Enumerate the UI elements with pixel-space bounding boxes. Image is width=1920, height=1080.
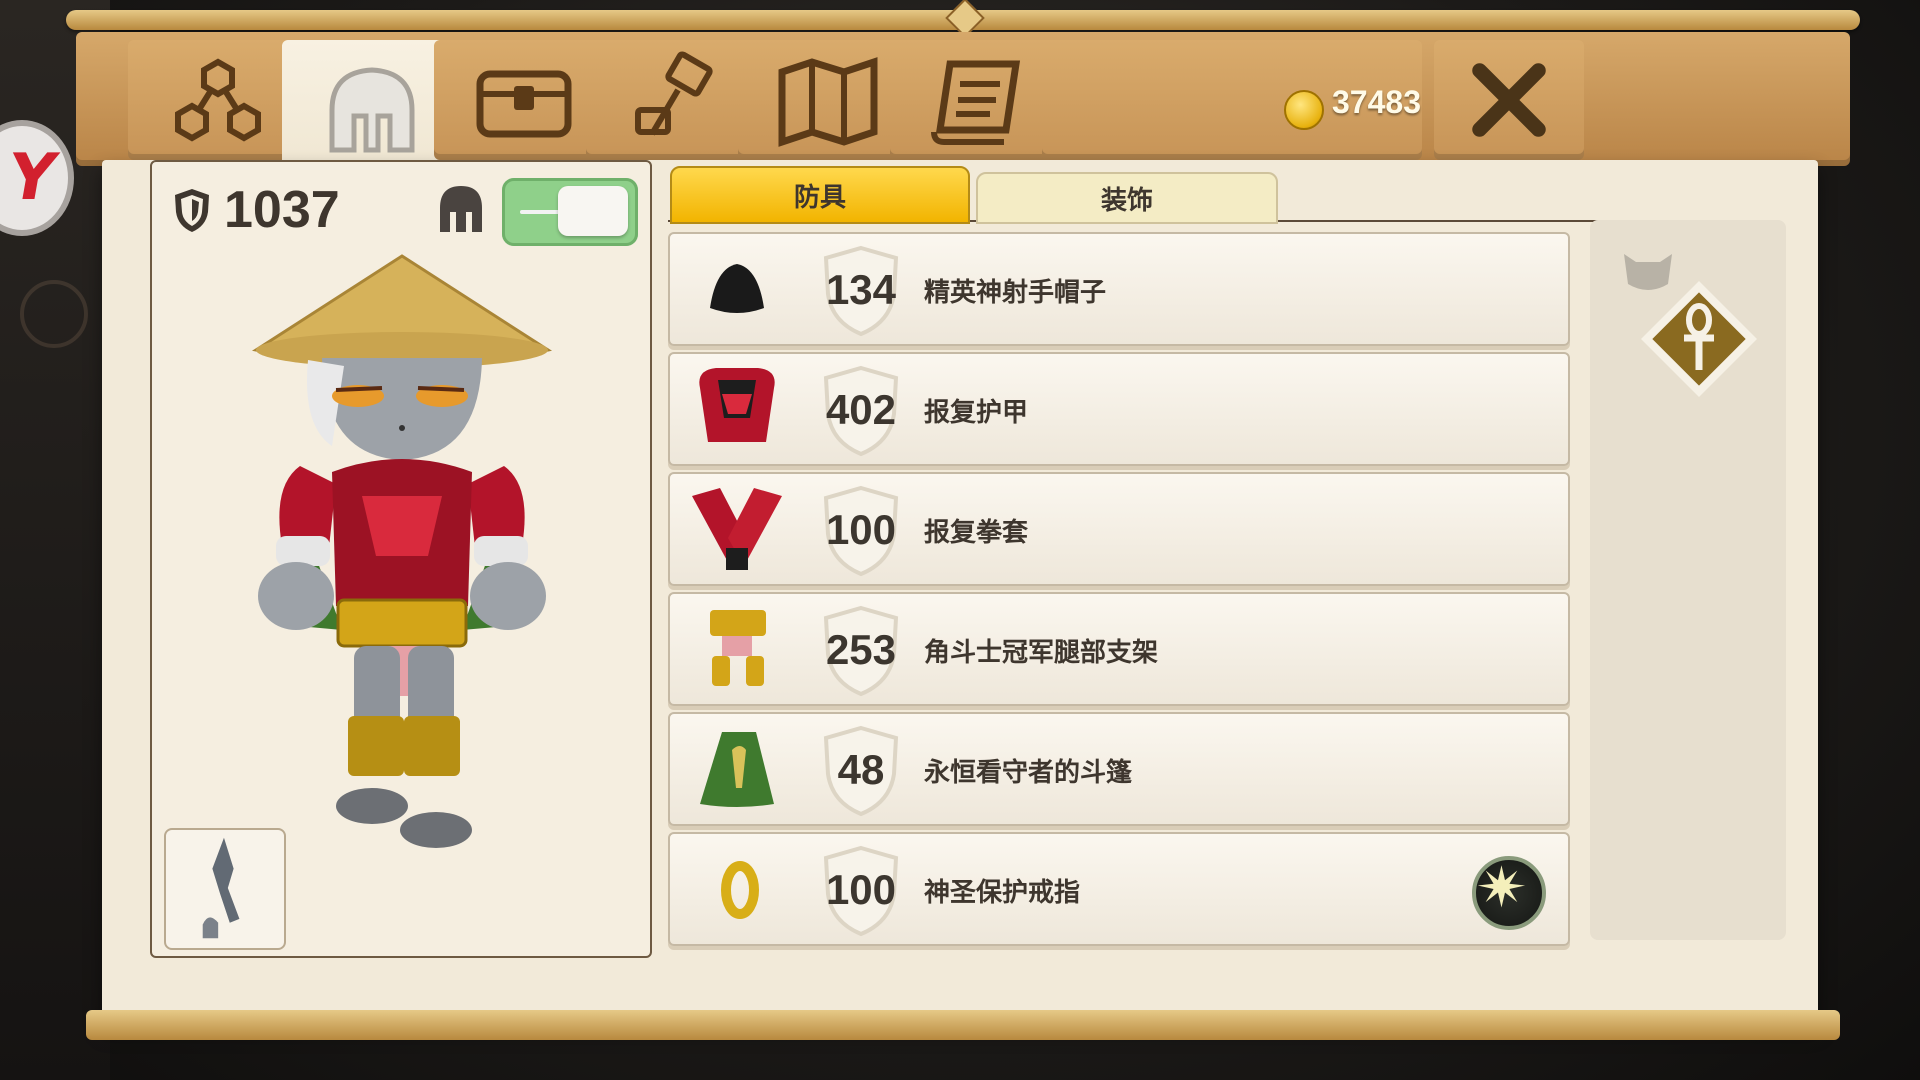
scroll-icon <box>931 60 1021 145</box>
equipment-slot-cloak[interactable]: 48 永恒看守者的斗篷 <box>668 712 1570 826</box>
item-armor-value: 402 <box>825 386 897 433</box>
skill-tree-icon <box>175 58 261 142</box>
show-helmet-toggle[interactable] <box>502 178 638 246</box>
item-armor-value: 253 <box>825 626 897 673</box>
ankh-icon[interactable] <box>1640 280 1758 398</box>
close-button[interactable] <box>1434 40 1584 160</box>
item-name: 精英神射手帽子 <box>924 278 1107 308</box>
character-preview-panel: 1037 <box>150 160 652 958</box>
equipment-slot-legs[interactable]: 253 角斗士冠军腿部支架 <box>668 592 1570 706</box>
equipment-slot-chest[interactable]: 402 报复护甲 <box>668 352 1570 466</box>
map-icon <box>778 57 878 147</box>
ring-icon <box>721 861 759 919</box>
equipment-slot-hands[interactable]: 100 报复拳套 <box>668 472 1570 586</box>
badge-letter: Y <box>2 141 62 215</box>
main-tab-bar: 37483 <box>76 32 1850 180</box>
item-armor-value: 48 <box>837 746 885 793</box>
special-slot-panel <box>1590 220 1786 940</box>
hammer-icon <box>635 51 713 136</box>
equipment-list: 134 精英神射手帽子 402 报复护甲 100 报复拳套 253 角斗士冠军腿… <box>668 232 1570 952</box>
tab-armor[interactable]: 防具 <box>670 166 970 224</box>
item-name: 报复护甲 <box>924 398 1029 428</box>
item-armor-value: 100 <box>825 866 897 913</box>
character-thumbnail[interactable] <box>164 828 286 950</box>
shield-icon <box>175 189 209 232</box>
total-armor-stat: 1037 <box>172 180 340 240</box>
toggle-knob <box>558 186 628 236</box>
sparkle-icon <box>1477 865 1526 908</box>
gold-display: 37483 <box>1042 40 1422 160</box>
item-name: 报复拳套 <box>924 518 1029 548</box>
equipment-panel: 1037 防具 装饰 134 精英神射手帽子 402 报复护甲 100 报复拳套… <box>102 160 1818 1024</box>
item-name: 角斗士冠军腿部支架 <box>924 638 1159 668</box>
rune-socket-icon[interactable] <box>1472 856 1546 930</box>
coin-icon <box>1284 90 1324 130</box>
weapon-icon <box>202 837 240 939</box>
cloak-icon <box>700 732 774 807</box>
gold-amount: 37483 <box>1332 84 1421 120</box>
item-name: 永恒看守者的斗篷 <box>924 758 1133 788</box>
item-armor-value: 100 <box>825 506 897 553</box>
window-frame-bottom <box>86 1010 1840 1040</box>
leg-armor-icon <box>710 610 766 686</box>
toggle-track-line <box>520 210 560 214</box>
equipment-slot-head[interactable]: 134 精英神射手帽子 <box>668 232 1570 346</box>
helmet-icon <box>329 67 415 153</box>
item-armor-value: 134 <box>825 266 897 313</box>
close-icon <box>1472 63 1546 137</box>
hat-icon <box>710 264 764 313</box>
item-name: 神圣保护戒指 <box>924 878 1081 908</box>
chest-armor-icon <box>699 368 775 442</box>
gauntlets-icon <box>692 488 782 570</box>
chest-icon <box>476 70 572 138</box>
tab-cosmetics[interactable]: 装饰 <box>976 172 1278 224</box>
character-model <box>251 254 553 848</box>
equipment-category-tabs: 防具 装饰 <box>668 160 1778 224</box>
helmet-visibility-icon <box>440 186 482 232</box>
tab-skill-tree[interactable] <box>128 40 308 160</box>
equipment-window: 37483 1037 防具 装饰 134 精英神射手帽子 402 报复护甲 10… <box>66 0 1860 1046</box>
equipment-slot-ring[interactable]: 100 神圣保护戒指 <box>668 832 1570 946</box>
total-armor-value: 1037 <box>224 181 340 239</box>
